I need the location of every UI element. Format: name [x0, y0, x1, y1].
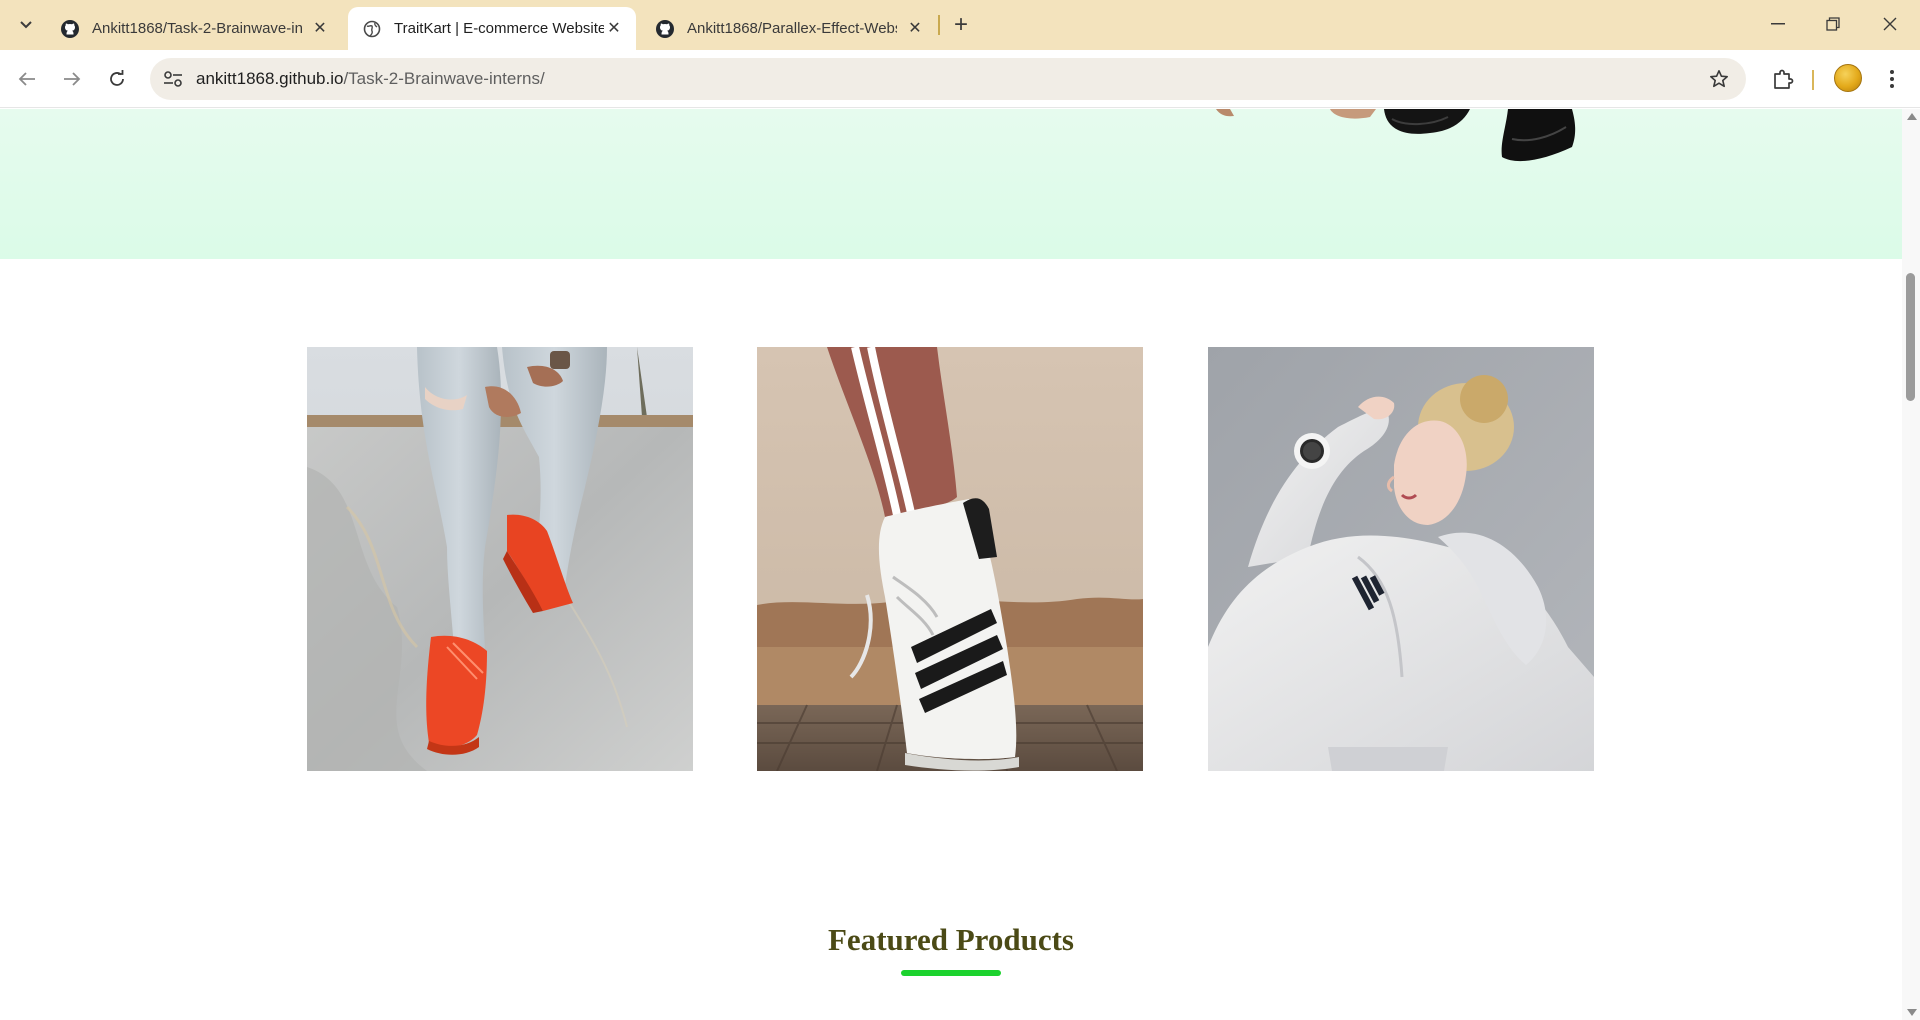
close-icon [1883, 17, 1897, 31]
hero-banner [0, 109, 1902, 259]
close-icon[interactable]: ✕ [604, 18, 624, 38]
close-window-button[interactable] [1870, 10, 1910, 38]
forward-button[interactable] [57, 64, 87, 94]
reload-icon [110, 70, 124, 86]
hoodie-model-image [1208, 347, 1594, 771]
close-icon[interactable]: ✕ [310, 18, 330, 38]
restore-icon [1826, 17, 1840, 31]
hero-model-feet-image [1216, 109, 1576, 162]
close-icon[interactable]: ✕ [905, 18, 925, 38]
github-icon [655, 19, 675, 39]
scroll-down-arrow-icon[interactable] [1907, 1009, 1917, 1016]
red-sneakers-image [307, 347, 693, 771]
title-underline [901, 970, 1001, 976]
superstar-sneaker-image [757, 347, 1143, 771]
scrollbar-thumb[interactable] [1906, 273, 1915, 401]
tab-title: Ankitt1868/Parallex-Effect-Website [687, 20, 897, 37]
red-sneakers-photo[interactable] [307, 347, 693, 771]
extensions-puzzle-icon[interactable] [1768, 64, 1798, 94]
globe-icon [362, 19, 382, 39]
browser-toolbar: ankitt1868.github.io/Task-2-Brainwave-in… [0, 50, 1920, 108]
chevron-down-icon [20, 21, 32, 29]
featured-products-title: Featured Products [828, 922, 1074, 957]
page-viewport: Featured Products [0, 109, 1902, 1020]
profile-avatar[interactable] [1834, 64, 1862, 92]
toolbar-divider [1812, 70, 1814, 90]
url-domain: ankitt1868.github.io [196, 69, 344, 88]
bookmark-star-icon[interactable] [1706, 66, 1732, 92]
tab-github-parallax[interactable]: Ankitt1868/Parallex-Effect-Website ✕ [641, 7, 937, 50]
tab-separator [938, 15, 940, 35]
kebab-menu-icon[interactable] [1880, 64, 1904, 94]
url-path: /Task-2-Brainwave-interns/ [343, 69, 545, 88]
new-tab-button[interactable]: + [946, 11, 976, 38]
reload-button[interactable] [102, 64, 132, 94]
arrow-left-icon [18, 72, 35, 86]
back-button[interactable] [12, 64, 42, 94]
tab-traitkart[interactable]: TraitKart | E-commerce Website ✕ [348, 7, 636, 50]
tab-title: TraitKart | E-commerce Website [394, 20, 604, 37]
page-scrollbar[interactable] [1902, 109, 1920, 1020]
tab-github-task2[interactable]: Ankitt1868/Task-2-Brainwave-interns ✕ [46, 7, 342, 50]
url-text: ankitt1868.github.io/Task-2-Brainwave-in… [196, 69, 545, 89]
tab-title: Ankitt1868/Task-2-Brainwave-interns [92, 20, 302, 37]
arrow-right-icon [64, 72, 81, 86]
scroll-up-arrow-icon[interactable] [1907, 113, 1917, 120]
minimize-icon [1771, 23, 1785, 25]
minimize-button[interactable] [1758, 10, 1798, 38]
superstar-sneaker-photo[interactable] [757, 347, 1143, 771]
tab-search-button[interactable] [12, 12, 40, 38]
address-bar[interactable]: ankitt1868.github.io/Task-2-Brainwave-in… [150, 58, 1746, 100]
hoodie-model-photo[interactable] [1208, 347, 1594, 771]
site-info-icon[interactable] [160, 66, 186, 92]
tab-strip: Ankitt1868/Task-2-Brainwave-interns ✕ Tr… [0, 0, 1920, 50]
restore-button[interactable] [1813, 10, 1853, 38]
github-icon [60, 19, 80, 39]
